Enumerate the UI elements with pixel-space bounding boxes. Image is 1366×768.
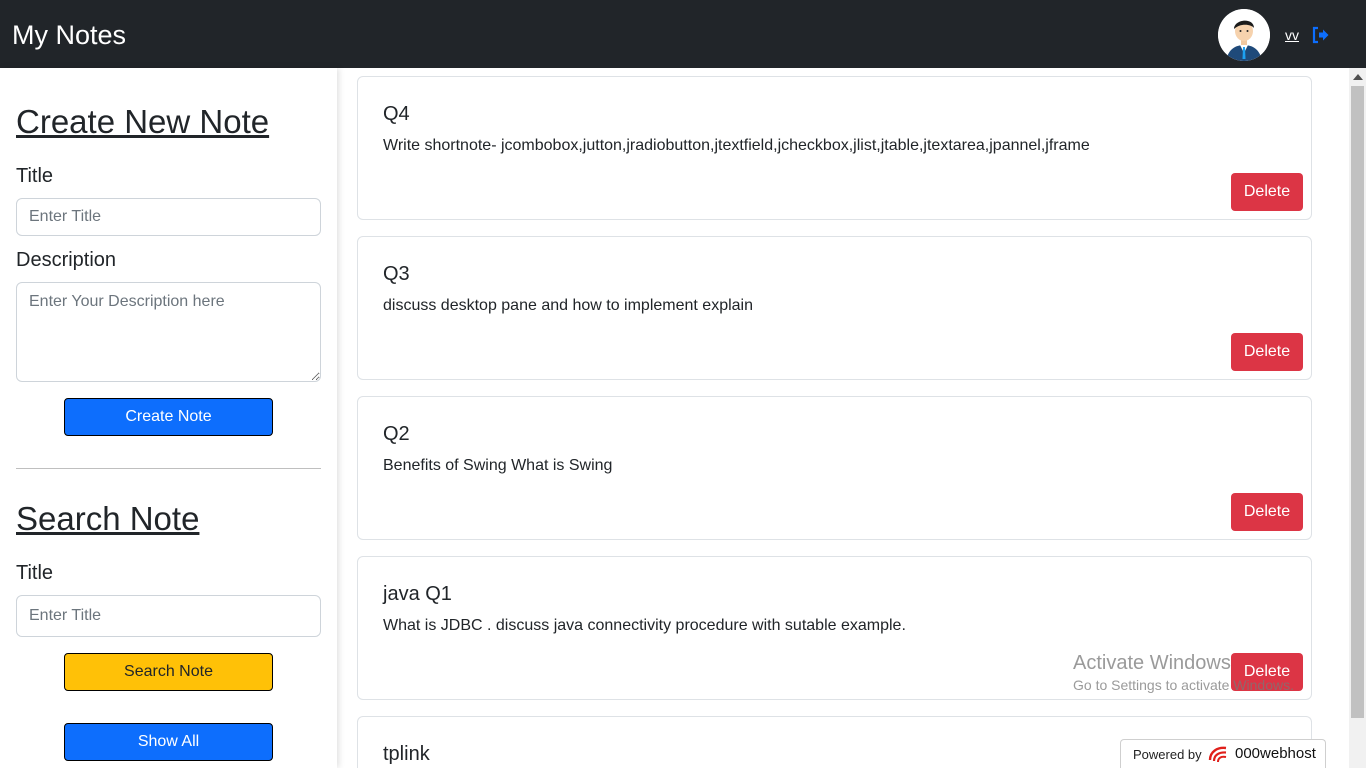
avatar[interactable] [1218, 9, 1270, 61]
username-link[interactable]: vv [1285, 26, 1299, 44]
powered-by-label: Powered by [1133, 747, 1202, 762]
delete-button[interactable]: Delete [1231, 493, 1303, 531]
search-title-input[interactable] [16, 595, 321, 637]
scroll-thumb[interactable] [1351, 86, 1364, 718]
note-title: Q2 [383, 423, 410, 445]
delete-button[interactable]: Delete [1231, 653, 1303, 691]
note-text: Benefits of Swing What is Swing [383, 457, 613, 474]
avatar-icon [1218, 9, 1270, 61]
logout-icon[interactable] [1311, 25, 1331, 45]
scroll-up-arrow-icon[interactable] [1353, 74, 1363, 80]
delete-button[interactable]: Delete [1231, 333, 1303, 371]
note-title: Q3 [383, 263, 410, 285]
note-card: Q4 Write shortnote- jcombobox,jutton,jra… [357, 76, 1312, 220]
search-note-button[interactable]: Search Note [64, 653, 273, 691]
section-divider [16, 468, 321, 469]
note-text: discuss desktop pane and how to implemen… [383, 297, 753, 314]
search-note-heading: Search Note [16, 500, 200, 537]
note-title: tplink [383, 743, 430, 765]
note-title: Q4 [383, 103, 410, 125]
note-title: java Q1 [383, 583, 452, 605]
note-card: java Q1 What is JDBC . discuss java conn… [357, 556, 1312, 700]
powered-by-badge[interactable]: Powered by 000webhost [1120, 739, 1326, 768]
create-title-input[interactable] [16, 198, 321, 236]
note-card: Q3 discuss desktop pane and how to imple… [357, 236, 1312, 380]
create-note-button[interactable]: Create Note [64, 398, 273, 436]
webhost-logo-icon [1207, 744, 1231, 764]
notes-list: Q4 Write shortnote- jcombobox,jutton,jra… [337, 68, 1333, 768]
description-textarea[interactable] [16, 282, 321, 382]
note-card: Q2 Benefits of Swing What is Swing Delet… [357, 396, 1312, 540]
webhost-name: 000webhost [1235, 745, 1316, 762]
show-all-button[interactable]: Show All [64, 723, 273, 761]
create-title-label: Title [16, 165, 54, 187]
note-text: Write shortnote- jcombobox,jutton,jradio… [383, 137, 1090, 154]
delete-button[interactable]: Delete [1231, 173, 1303, 211]
navbar: My Notes vv [0, 0, 1366, 68]
note-text: What is JDBC . discuss java connectivity… [383, 617, 906, 634]
description-label: Description [16, 249, 117, 271]
sidebar: Create New Note Title Description Create… [0, 68, 337, 768]
create-note-heading: Create New Note [16, 103, 270, 140]
brand-title[interactable]: My Notes [12, 17, 126, 53]
search-title-label: Title [16, 562, 54, 584]
scrollbar[interactable] [1349, 68, 1366, 768]
